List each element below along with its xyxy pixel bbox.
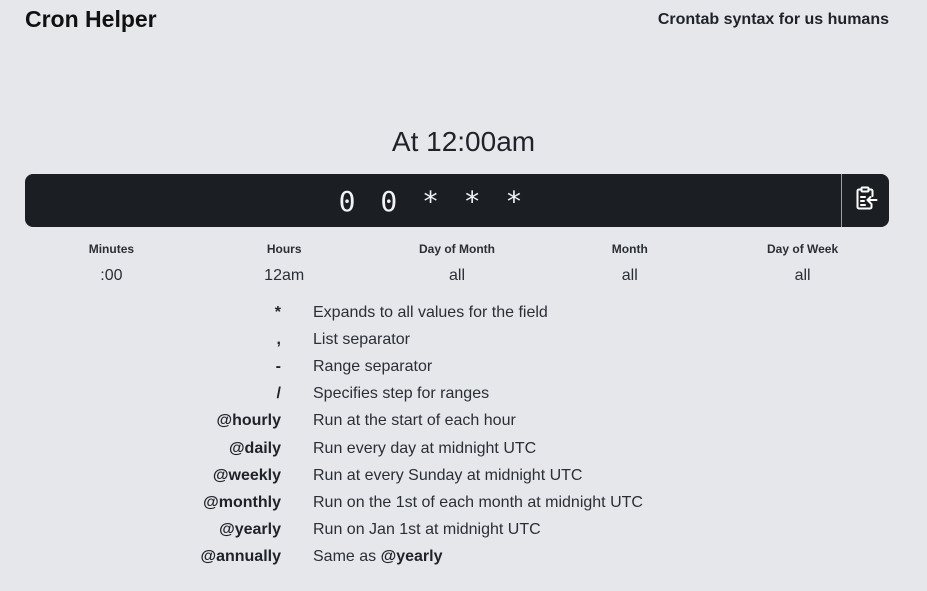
legend-row: @daily Run every day at midnight UTC [0, 435, 927, 462]
legend-description: Run every day at midnight UTC [313, 439, 537, 457]
legend-key: @weekly [212, 466, 281, 484]
legend-row: @weekly Run at every Sunday at midnight … [0, 462, 927, 489]
field-label: Day of Week [767, 242, 839, 256]
legend-row: - Range separator [0, 353, 927, 380]
legend-description: Expands to all values for the field [313, 303, 548, 321]
copy-button[interactable] [841, 174, 889, 227]
syntax-legend: * Expands to all values for the field , … [0, 299, 927, 571]
legend-key: @hourly [216, 412, 282, 430]
legend-description: Range separator [313, 357, 433, 375]
legend-key: * [274, 303, 281, 321]
legend-key: / [276, 385, 281, 403]
field-value: :00 [100, 267, 123, 284]
field-hours: Hours 12am [198, 242, 371, 285]
app-title: Cron Helper [25, 6, 157, 32]
field-value: 12am [264, 267, 305, 284]
field-minutes: Minutes :00 [25, 242, 198, 285]
field-label: Minutes [88, 242, 135, 256]
legend-key: @annually [200, 548, 281, 566]
legend-description: List separator [313, 330, 410, 348]
legend-row: @yearly Run on Jan 1st at midnight UTC [0, 517, 927, 544]
legend-description: Same as @yearly [313, 548, 442, 566]
cron-expression-bar [25, 174, 889, 227]
field-value: all [448, 267, 465, 284]
legend-key: @yearly [219, 521, 281, 539]
legend-key: @monthly [203, 493, 281, 511]
field-day-of-week: Day of Week all [716, 242, 889, 285]
legend-row: * Expands to all values for the field [0, 299, 927, 326]
field-label: Month [611, 242, 648, 256]
field-value: all [621, 267, 638, 284]
header: Cron Helper Crontab syntax for us humans [25, 0, 889, 40]
legend-key: , [276, 330, 281, 348]
field-month: Month all [543, 242, 716, 285]
legend-description: Run on the 1st of each month at midnight… [313, 493, 643, 511]
legend-row: @monthly Run on the 1st of each month at… [0, 489, 927, 516]
clipboard-copy-icon [853, 185, 879, 216]
legend-description: Specifies step for ranges [313, 385, 490, 403]
legend-key: - [275, 357, 281, 375]
field-day-of-month: Day of Month all [371, 242, 544, 285]
cron-description: At 12:00am [391, 126, 536, 157]
cron-expression-input[interactable] [25, 174, 840, 227]
legend-row: / Specifies step for ranges [0, 381, 927, 408]
tagline: Crontab syntax for us humans [657, 11, 889, 28]
field-label: Hours [266, 242, 302, 256]
cron-fields: Minutes :00 Hours 12am Day of Month all … [25, 242, 889, 285]
legend-row: @hourly Run at the start of each hour [0, 408, 927, 435]
legend-description: Run at every Sunday at midnight UTC [313, 466, 583, 484]
legend-description-keyword: @yearly [380, 548, 443, 566]
legend-description: Run at the start of each hour [313, 412, 516, 430]
legend-row: @annually Same as @yearly [0, 544, 927, 571]
field-label: Day of Month [418, 242, 495, 256]
legend-key: @daily [228, 439, 281, 457]
legend-description: Run on Jan 1st at midnight UTC [313, 521, 541, 539]
legend-description-text: Same as [313, 548, 377, 566]
legend-row: , List separator [0, 326, 927, 353]
field-value: all [794, 267, 811, 284]
